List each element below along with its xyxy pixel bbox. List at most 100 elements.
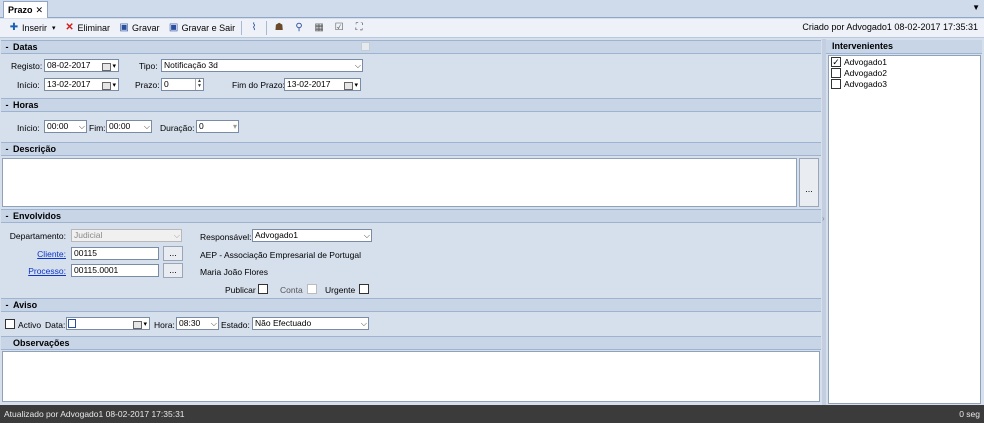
intervenientes-list: ✓ Advogado1 Advogado2 Advogado3 [828,55,981,404]
floppy-disk-icon: ▣ [119,22,129,33]
collapse-icon[interactable]: - [1,211,13,221]
chevron-down-icon: ⌵ [210,319,217,328]
calendar-icon: ▦ [314,22,324,33]
advogado3-checkbox[interactable] [831,78,841,89]
search-button[interactable]: ⚲ [289,20,309,37]
processo-field[interactable]: 00115.0001 [71,264,159,277]
calendar-dropdown-icon[interactable]: ▾ [344,80,358,90]
advogado2-checkbox[interactable] [831,67,841,78]
hora-fim-label: Fim: [89,123,106,133]
tab-menu-arrow-icon[interactable]: ▼ [972,3,980,12]
plus-icon: ✚ [9,22,19,33]
fim-prazo-date-field[interactable]: 13-02-2017 ▾ [284,78,361,91]
aviso-date-checkbox[interactable] [68,319,76,328]
chevron-down-icon: ⌵ [143,122,150,131]
checklist-icon: ☑ [334,22,344,33]
tipo-select[interactable]: Notificação 3d ⌵ [161,59,363,72]
cliente-field[interactable]: 00115 [71,247,159,260]
calendar-dropdown-icon[interactable]: ▾ [133,319,147,329]
users-icon: ☗ [274,22,284,33]
hora-inicio-select[interactable]: 00:00 ⌵ [44,120,87,133]
chevron-down-icon: ⌵ [78,122,85,131]
elapsed-time: 0 seg [959,409,980,419]
conta-label: Conta [280,285,303,295]
search-icon: ⚲ [295,22,303,33]
insert-button[interactable]: ✚ Inserir ▾ [4,20,60,37]
collapse-icon[interactable]: - [1,144,13,154]
departamento-select[interactable]: Judicial ⌵ [71,229,182,242]
section-datas[interactable]: - Datas [1,40,821,54]
chevron-down-icon: ⌵ [363,231,370,240]
descricao-textarea[interactable] [2,158,797,207]
collapse-icon[interactable]: - [1,100,13,110]
urgente-label: Urgente [325,285,356,295]
collapse-icon[interactable]: - [1,42,13,52]
conta-checkbox[interactable] [307,284,317,294]
calendar-dropdown-icon[interactable]: ▾ [102,61,116,71]
save-button[interactable]: ▣ Gravar [114,20,164,37]
section-aviso[interactable]: - Aviso [1,298,821,312]
processo-more-button[interactable]: ... [163,263,183,278]
duracao-label: Duração: [160,123,195,133]
urgente-checkbox[interactable] [359,284,369,294]
section-envolvidos[interactable]: - Envolvidos [1,209,821,223]
section-horas[interactable]: - Horas [1,98,821,112]
publicar-checkbox[interactable] [258,284,268,294]
duracao-select[interactable]: 0 ▾ [196,120,239,133]
calendar-dropdown-icon[interactable]: ▾ [102,80,116,90]
cliente-nome: AEP - Associação Empresarial de Portugal [200,250,361,260]
prazo-spinner[interactable]: 0 ▲ ▼ [161,78,204,91]
users-button[interactable]: ☗ [269,20,289,37]
section-descricao[interactable]: - Descrição [1,142,821,156]
activo-label: Activo [18,320,42,330]
tipo-label: Tipo: [139,61,158,71]
spin-arrows-icon[interactable]: ▲ ▼ [195,79,203,90]
responsavel-select[interactable]: Advogado1 ⌵ [252,229,372,242]
registo-label: Registo: [11,61,43,71]
chevron-down-icon: ⌵ [173,231,180,240]
expand-button[interactable]: ⛶ [349,20,369,37]
pin-icon[interactable] [361,42,370,51]
chevron-down-icon: ▾ [52,25,56,32]
inicio-label: Início: [17,80,40,90]
attach-button[interactable]: ⌇ [244,20,264,37]
checklist-button[interactable]: ☑ [329,20,349,37]
estado-label: Estado: [221,320,250,330]
processo-nome: Maria João Flores [200,267,269,277]
expand-icon: ⛶ [355,22,363,33]
calendar-button[interactable]: ▦ [309,20,329,37]
delete-button[interactable]: ✕ Eliminar [60,20,115,37]
chevron-down-icon: ⌵ [354,61,361,70]
activo-checkbox[interactable] [5,319,15,329]
cliente-more-button[interactable]: ... [163,246,183,261]
hora-fim-select[interactable]: 00:00 ⌵ [106,120,152,133]
status-text: Atualizado por Advogado1 08-02-2017 17:3… [4,409,185,419]
collapse-icon[interactable]: - [1,300,13,310]
collapse-arrow-icon[interactable]: › [822,214,825,223]
floppy-disk-exit-icon: ▣ [168,22,179,33]
processo-link[interactable]: Processo: [0,266,66,276]
list-item[interactable]: Advogado2 [829,67,980,78]
delete-x-icon: ✕ [65,22,74,33]
aviso-data-label: Data: [45,320,66,330]
publicar-label: Publicar [225,285,256,295]
registo-date-field[interactable]: 08-02-2017 ▾ [44,59,119,72]
section-observacoes[interactable]: Observações [1,336,821,350]
tab-prazo[interactable]: Prazo ✕ [3,1,49,18]
chevron-down-icon: ▾ [232,122,237,131]
advogado1-checkbox[interactable]: ✓ [831,56,841,67]
inicio-date-field[interactable]: 13-02-2017 ▾ [44,78,119,91]
list-item[interactable]: Advogado3 [829,78,980,89]
aviso-hora-select[interactable]: 08:30 ⌵ [176,317,219,330]
main-form: - Datas Registo: 08-02-2017 ▾ Tipo: Notifi… [0,39,822,405]
prazo-label: Prazo: [135,80,160,90]
descricao-more-button[interactable]: ... [799,158,819,207]
save-exit-button[interactable]: ▣ Gravar e Sair [164,20,240,37]
tab-title: Prazo [8,5,33,15]
close-icon[interactable]: ✕ [36,5,44,16]
cliente-link[interactable]: Cliente: [0,249,66,259]
aviso-date-field[interactable]: ▾ [66,317,150,330]
estado-select[interactable]: Não Efectuado ⌵ [252,317,369,330]
list-item[interactable]: ✓ Advogado1 [829,56,980,67]
observacoes-textarea[interactable] [2,351,820,402]
